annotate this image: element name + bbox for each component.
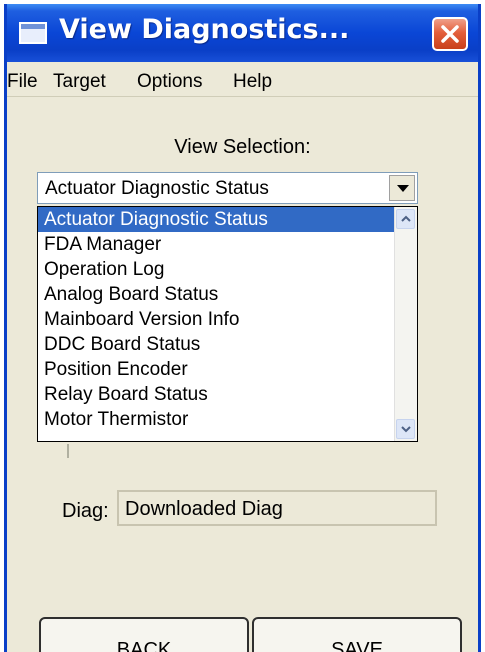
window-icon bbox=[19, 22, 47, 44]
view-selection-label: View Selection: bbox=[174, 136, 311, 158]
chevron-down-icon[interactable] bbox=[389, 175, 415, 201]
diagnostics-window: View Diagnostics... File Target Options … bbox=[4, 4, 481, 652]
title-bar[interactable]: View Diagnostics... bbox=[7, 4, 478, 62]
list-item[interactable]: Motor Thermistor bbox=[38, 407, 395, 432]
scroll-down-button[interactable] bbox=[396, 419, 415, 439]
chevron-down-icon bbox=[401, 426, 411, 433]
diag-value: Downloaded Diag bbox=[125, 498, 283, 520]
menu-target[interactable]: Target bbox=[53, 71, 106, 93]
scroll-up-button[interactable] bbox=[396, 209, 415, 229]
list-item[interactable]: Position Encoder bbox=[38, 357, 395, 382]
view-selection-combobox[interactable]: Actuator Diagnostic Status bbox=[37, 172, 418, 204]
menu-options[interactable]: Options bbox=[137, 71, 202, 93]
menu-file[interactable]: File bbox=[7, 71, 38, 93]
back-button-label: BACK bbox=[116, 639, 172, 652]
combobox-value: Actuator Diagnostic Status bbox=[45, 178, 269, 199]
divider bbox=[67, 444, 69, 458]
back-button[interactable]: BACK bbox=[39, 617, 249, 652]
diag-field: Downloaded Diag bbox=[117, 490, 437, 526]
list-item[interactable]: Mainboard Version Info bbox=[38, 307, 395, 332]
list-item[interactable]: DDC Board Status bbox=[38, 332, 395, 357]
save-button[interactable]: SAVE bbox=[252, 617, 462, 652]
view-selection-dropdown-list: Actuator Diagnostic Status FDA Manager O… bbox=[37, 206, 418, 442]
window-title: View Diagnostics... bbox=[59, 14, 350, 45]
dropdown-scrollbar[interactable] bbox=[394, 207, 417, 441]
list-item[interactable]: Actuator Diagnostic Status bbox=[38, 207, 395, 232]
chevron-up-icon bbox=[401, 215, 411, 222]
menu-help[interactable]: Help bbox=[233, 71, 272, 93]
list-item[interactable]: Analog Board Status bbox=[38, 282, 395, 307]
menu-bar: File Target Options Help bbox=[7, 66, 478, 97]
list-item[interactable]: Operation Log bbox=[38, 257, 395, 282]
save-button-label: SAVE bbox=[331, 639, 383, 652]
close-icon bbox=[441, 25, 459, 43]
list-item[interactable]: Relay Board Status bbox=[38, 382, 395, 407]
list-item[interactable]: FDA Manager bbox=[38, 232, 395, 257]
diag-label: Diag: bbox=[62, 500, 109, 522]
close-button[interactable] bbox=[432, 17, 468, 51]
dropdown-options: Actuator Diagnostic Status FDA Manager O… bbox=[38, 207, 395, 441]
